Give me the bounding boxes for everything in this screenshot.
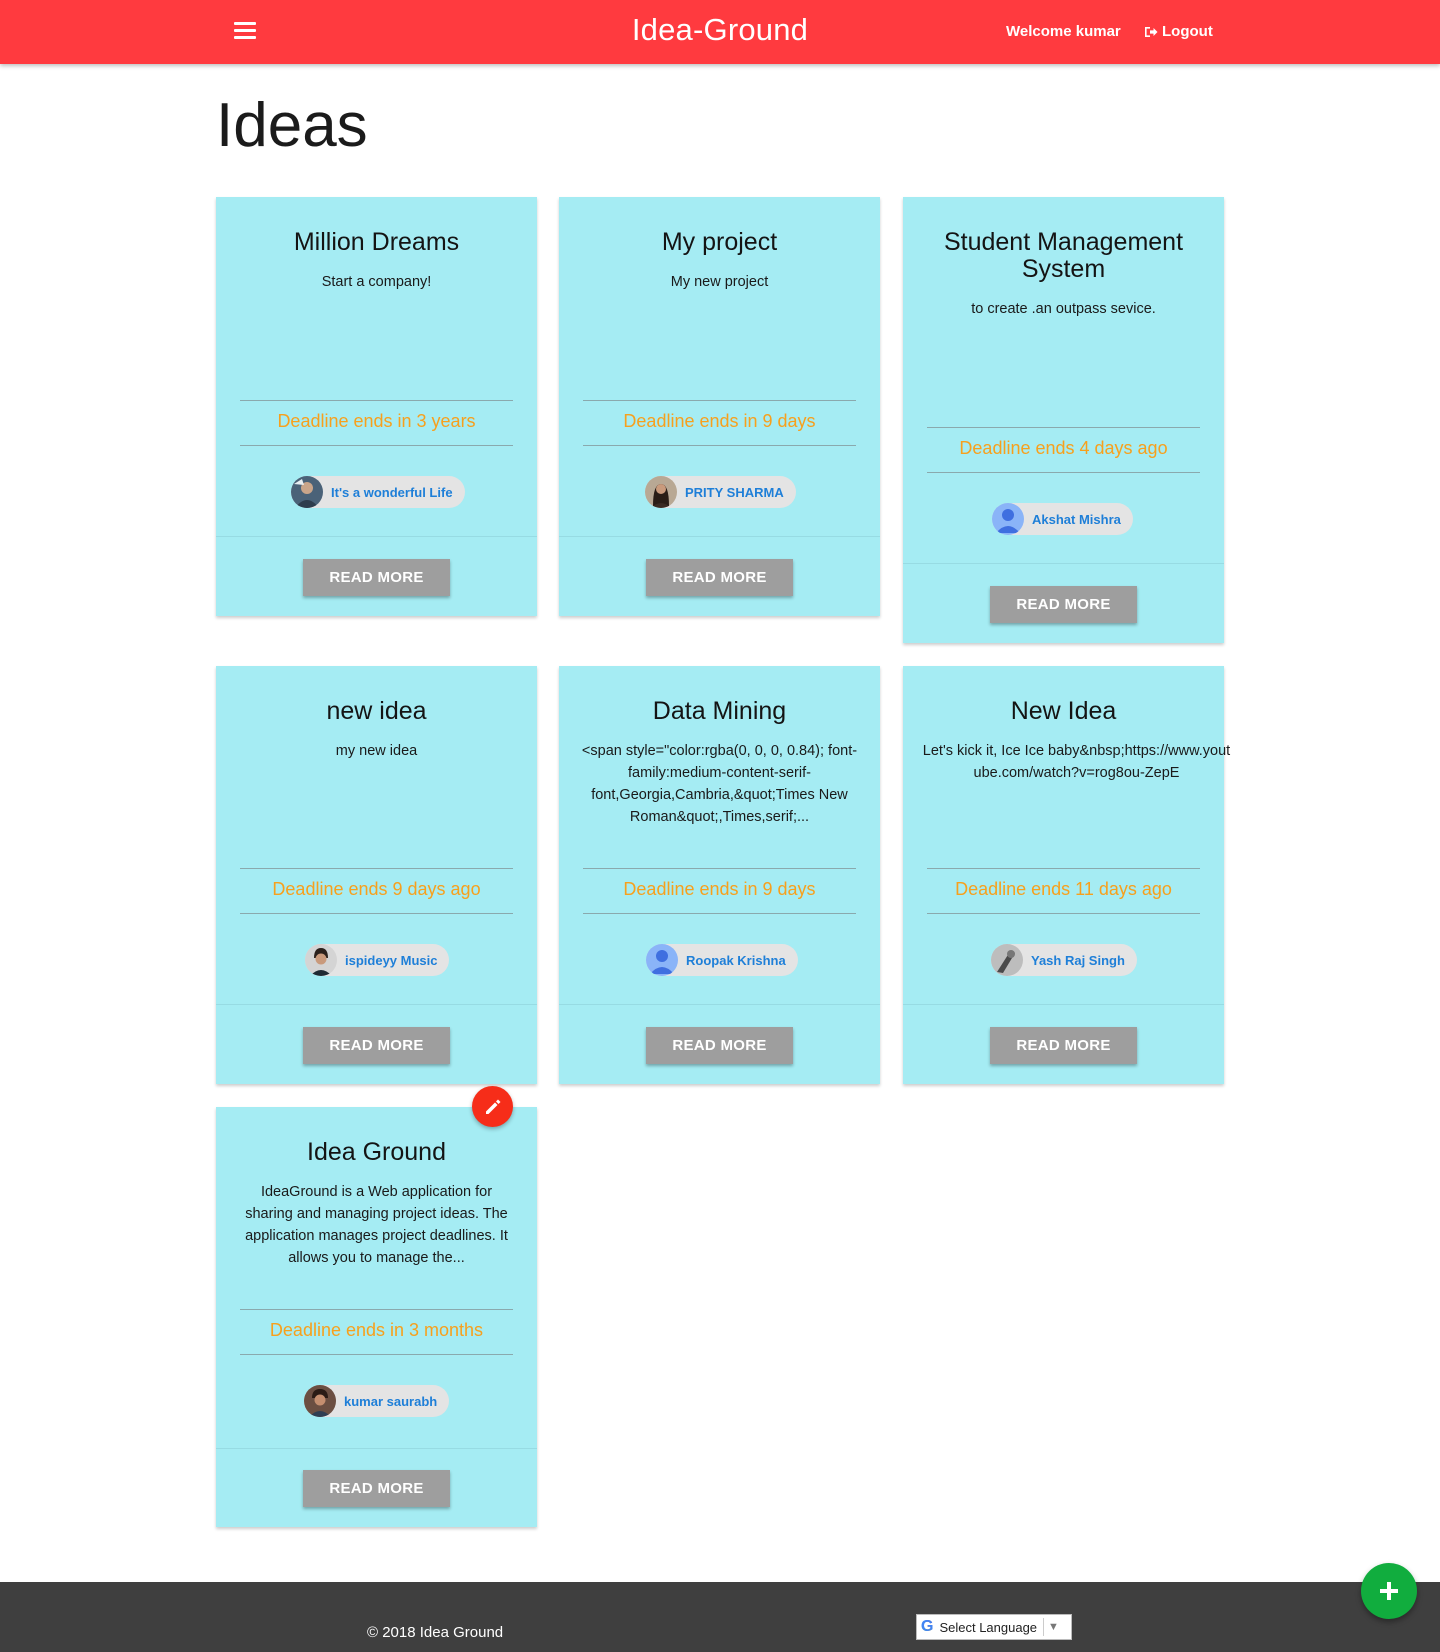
idea-description: my new idea bbox=[335, 743, 418, 759]
top-navbar: Idea-Ground Welcome kumar Logout bbox=[0, 0, 1440, 64]
read-more-button[interactable]: READ MORE bbox=[646, 1027, 793, 1064]
author-name: PRITY SHARMA bbox=[685, 484, 784, 500]
add-idea-button[interactable] bbox=[1361, 1563, 1417, 1619]
author-chip[interactable]: Yash Raj Singh bbox=[991, 944, 1137, 976]
page-footer: © 2018 Idea Ground G Select Language ▼ bbox=[0, 1582, 1440, 1652]
author-chip[interactable]: ispideyy Music bbox=[305, 944, 450, 976]
copyright-text: © 2018 Idea Ground bbox=[367, 1624, 504, 1641]
author-name: kumar saurabh bbox=[344, 1393, 438, 1409]
idea-card: Million Dreams Start a company! Deadline… bbox=[216, 197, 537, 616]
idea-card: Idea Ground IdeaGround is a Web applicat… bbox=[216, 1107, 537, 1527]
card-action-divider bbox=[216, 1004, 537, 1005]
idea-description: Let's kick it, Ice Ice baby&nbsp;https:/… bbox=[922, 743, 1231, 781]
divider bbox=[240, 1309, 513, 1310]
read-more-button[interactable]: READ MORE bbox=[303, 1470, 450, 1507]
idea-description: <span style="color:rgba(0, 0, 0, 0.84); … bbox=[581, 743, 858, 825]
pencil-icon bbox=[485, 1099, 500, 1114]
card-action-divider bbox=[216, 536, 537, 537]
divider bbox=[240, 445, 513, 446]
logout-label: Logout bbox=[1162, 23, 1213, 40]
deadline-text: Deadline ends in 3 months bbox=[269, 1320, 484, 1340]
deadline-text: Deadline ends in 9 days bbox=[623, 879, 816, 899]
idea-title: Data Mining bbox=[652, 697, 787, 725]
divider bbox=[240, 868, 513, 869]
idea-title: My project bbox=[661, 228, 778, 256]
google-g-icon: G bbox=[921, 1618, 934, 1635]
author-name: Yash Raj Singh bbox=[1031, 952, 1125, 968]
divider bbox=[240, 1354, 513, 1355]
card-action-divider bbox=[559, 1004, 880, 1005]
idea-title: Idea Ground bbox=[307, 1138, 446, 1166]
card-action-divider bbox=[216, 1448, 537, 1449]
welcome-text: Welcome kumar bbox=[1006, 23, 1121, 40]
author-chip[interactable]: Akshat Mishra bbox=[992, 503, 1133, 535]
chevron-down-icon: ▼ bbox=[1048, 1621, 1059, 1633]
card-action-divider bbox=[903, 1004, 1224, 1005]
language-select-label: Select Language bbox=[939, 1619, 1038, 1635]
select-separator bbox=[1043, 1618, 1045, 1636]
idea-description: IdeaGround is a Web application for shar… bbox=[245, 1184, 508, 1266]
read-more-button[interactable]: READ MORE bbox=[990, 1027, 1137, 1064]
deadline-text: Deadline ends in 9 days bbox=[623, 411, 816, 431]
logout-icon bbox=[1145, 26, 1158, 37]
default-user-avatar-icon bbox=[646, 944, 678, 976]
card-action-divider bbox=[903, 563, 1224, 564]
author-name: Akshat Mishra bbox=[1032, 511, 1121, 527]
idea-title: Student Management System bbox=[943, 228, 1184, 283]
logout-link[interactable]: Logout bbox=[1144, 23, 1213, 40]
read-more-button[interactable]: READ MORE bbox=[303, 559, 450, 596]
author-name: Roopak Krishna bbox=[686, 952, 786, 968]
author-chip[interactable]: PRITY SHARMA bbox=[645, 476, 796, 508]
brand-title[interactable]: Idea-Ground bbox=[0, 12, 1440, 48]
idea-title: New Idea bbox=[1010, 697, 1117, 725]
divider bbox=[583, 445, 856, 446]
deadline-text: Deadline ends 4 days ago bbox=[959, 438, 1168, 458]
deadline-text: Deadline ends in 3 years bbox=[277, 411, 476, 431]
idea-card: My project My new project Deadline ends … bbox=[559, 197, 880, 616]
card-action-divider bbox=[559, 536, 880, 537]
author-chip[interactable]: Roopak Krishna bbox=[646, 944, 798, 976]
author-avatar bbox=[645, 476, 677, 508]
default-user-avatar-icon bbox=[992, 503, 1024, 535]
divider bbox=[927, 427, 1200, 428]
idea-description: to create .an outpass sevice. bbox=[971, 301, 1156, 317]
author-avatar bbox=[304, 1385, 336, 1417]
divider bbox=[927, 472, 1200, 473]
divider bbox=[583, 400, 856, 401]
idea-description: Start a company! bbox=[321, 274, 432, 290]
idea-card: Data Mining <span style="color:rgba(0, 0… bbox=[559, 666, 880, 1084]
idea-card: New Idea Let's kick it, Ice Ice baby&nbs… bbox=[903, 666, 1230, 1084]
divider bbox=[240, 400, 513, 401]
author-name: It's a wonderful Life bbox=[331, 484, 453, 500]
author-avatar bbox=[291, 476, 323, 508]
author-avatar bbox=[991, 944, 1023, 976]
divider bbox=[583, 868, 856, 869]
divider bbox=[240, 913, 513, 914]
read-more-button[interactable]: READ MORE bbox=[646, 559, 793, 596]
divider bbox=[583, 913, 856, 914]
read-more-button[interactable]: READ MORE bbox=[303, 1027, 450, 1064]
edit-idea-button[interactable] bbox=[472, 1086, 513, 1127]
language-select[interactable]: G Select Language ▼ bbox=[916, 1614, 1072, 1640]
author-avatar bbox=[305, 944, 337, 976]
divider bbox=[927, 868, 1200, 869]
idea-card: new idea my new idea Deadline ends 9 day… bbox=[216, 666, 537, 1084]
author-chip[interactable]: kumar saurabh bbox=[304, 1385, 450, 1417]
author-chip[interactable]: It's a wonderful Life bbox=[291, 476, 465, 508]
author-name: ispideyy Music bbox=[345, 952, 438, 968]
read-more-button[interactable]: READ MORE bbox=[990, 586, 1137, 623]
idea-description: My new project bbox=[670, 274, 769, 290]
divider bbox=[927, 913, 1200, 914]
deadline-text: Deadline ends 11 days ago bbox=[955, 879, 1172, 899]
idea-title: Million Dreams bbox=[293, 228, 460, 256]
idea-card: Student Management System to create .an … bbox=[903, 197, 1224, 643]
plus-icon bbox=[1380, 1582, 1398, 1600]
idea-title: new idea bbox=[326, 697, 427, 725]
deadline-text: Deadline ends 9 days ago bbox=[272, 879, 481, 899]
page-title: Ideas bbox=[216, 91, 368, 160]
